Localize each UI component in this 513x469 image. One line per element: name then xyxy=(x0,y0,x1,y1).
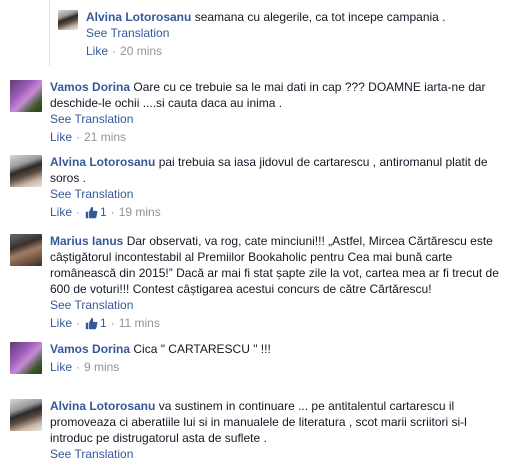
comment-body: Alvina Lotorosanu pai trebuia sa iasa ji… xyxy=(50,154,507,220)
like-count[interactable]: 1 xyxy=(85,315,107,331)
comment-text: seamana cu alegerile, ca tot incepe camp… xyxy=(194,10,446,24)
comment-author[interactable]: Alvina Lotorosanu xyxy=(50,399,155,413)
avatar[interactable] xyxy=(10,342,42,374)
comment-text-line: Vamos Dorina Cica " CARTARESCU " !!! xyxy=(50,341,507,357)
comment-author[interactable]: Marius Ianus xyxy=(50,234,123,248)
comment-text-line: Alvina Lotorosanu seamana cu alegerile, … xyxy=(86,9,507,25)
comment: Vamos Dorina Cica " CARTARESCU " !!! Lik… xyxy=(10,341,507,375)
comment-text-line: Marius Ianus Dar observati, va rog, cate… xyxy=(50,233,507,297)
comment-meta: Like · 9 mins xyxy=(50,359,507,375)
comment-body: Vamos Dorina Oare cu ce trebuie sa le ma… xyxy=(50,79,507,145)
like-count[interactable]: 1 xyxy=(85,204,107,220)
comment-body: Marius Ianus Dar observati, va rog, cate… xyxy=(50,233,507,331)
comment-meta: Like · 21 mins xyxy=(50,129,507,145)
comment: Alvina Lotorosanu va sustinem in continu… xyxy=(10,398,507,462)
comment-time[interactable]: 11 mins xyxy=(119,315,160,331)
see-translation-link[interactable]: See Translation xyxy=(50,297,507,313)
comment-time[interactable]: 9 mins xyxy=(84,359,119,375)
comment-author[interactable]: Alvina Lotorosanu xyxy=(86,10,191,24)
like-link[interactable]: Like xyxy=(50,129,72,145)
meta-separator: · xyxy=(76,130,81,144)
comment: Marius Ianus Dar observati, va rog, cate… xyxy=(10,233,507,331)
reply-thread-line xyxy=(49,0,50,66)
like-count-value: 1 xyxy=(100,316,107,330)
avatar[interactable] xyxy=(10,399,42,431)
avatar[interactable] xyxy=(10,234,42,266)
comment-meta: Like · 1 · 19 mins xyxy=(50,204,507,220)
like-link[interactable]: Like xyxy=(50,315,72,331)
see-translation-link[interactable]: See Translation xyxy=(86,25,507,41)
comment-text-line: Vamos Dorina Oare cu ce trebuie sa le ma… xyxy=(50,79,507,111)
comment-time[interactable]: 21 mins xyxy=(84,129,126,145)
meta-separator: · xyxy=(76,205,81,219)
meta-separator: · xyxy=(76,316,81,330)
thumbs-up-icon xyxy=(85,206,98,218)
meta-separator: · xyxy=(112,44,117,58)
comment-body: Alvina Lotorosanu va sustinem in continu… xyxy=(50,398,507,462)
comment-author[interactable]: Vamos Dorina xyxy=(50,80,130,94)
avatar[interactable] xyxy=(58,10,78,30)
comment-text: Cica " CARTARESCU " !!! xyxy=(133,342,271,356)
comment-text-line: Alvina Lotorosanu va sustinem in continu… xyxy=(50,398,507,446)
avatar[interactable] xyxy=(10,155,42,187)
avatar[interactable] xyxy=(10,80,42,112)
like-link[interactable]: Like xyxy=(50,204,72,220)
comment-body: Alvina Lotorosanu seamana cu alegerile, … xyxy=(86,9,507,59)
comment-time[interactable]: 20 mins xyxy=(120,43,162,59)
comment-author[interactable]: Alvina Lotorosanu xyxy=(50,155,155,169)
see-translation-link[interactable]: See Translation xyxy=(50,446,507,462)
like-link[interactable]: Like xyxy=(50,359,72,375)
comment-text-line: Alvina Lotorosanu pai trebuia sa iasa ji… xyxy=(50,154,507,186)
thumbs-up-icon xyxy=(85,317,98,329)
comment-author[interactable]: Vamos Dorina xyxy=(50,342,130,356)
meta-separator: · xyxy=(110,205,115,219)
comment-meta: Like · 20 mins xyxy=(86,43,507,59)
see-translation-link[interactable]: See Translation xyxy=(50,111,507,127)
comment: Vamos Dorina Oare cu ce trebuie sa le ma… xyxy=(10,79,507,145)
comment-time[interactable]: 19 mins xyxy=(119,204,161,220)
comment: Alvina Lotorosanu pai trebuia sa iasa ji… xyxy=(10,154,507,220)
meta-separator: · xyxy=(110,316,115,330)
comment-reply: Alvina Lotorosanu seamana cu alegerile, … xyxy=(58,9,507,59)
like-link[interactable]: Like xyxy=(86,43,108,59)
comment-meta: Like · 1 · 11 mins xyxy=(50,315,507,331)
like-count-value: 1 xyxy=(100,205,107,219)
see-translation-link[interactable]: See Translation xyxy=(50,186,507,202)
meta-separator: · xyxy=(76,360,81,374)
comment-body: Vamos Dorina Cica " CARTARESCU " !!! Lik… xyxy=(50,341,507,375)
